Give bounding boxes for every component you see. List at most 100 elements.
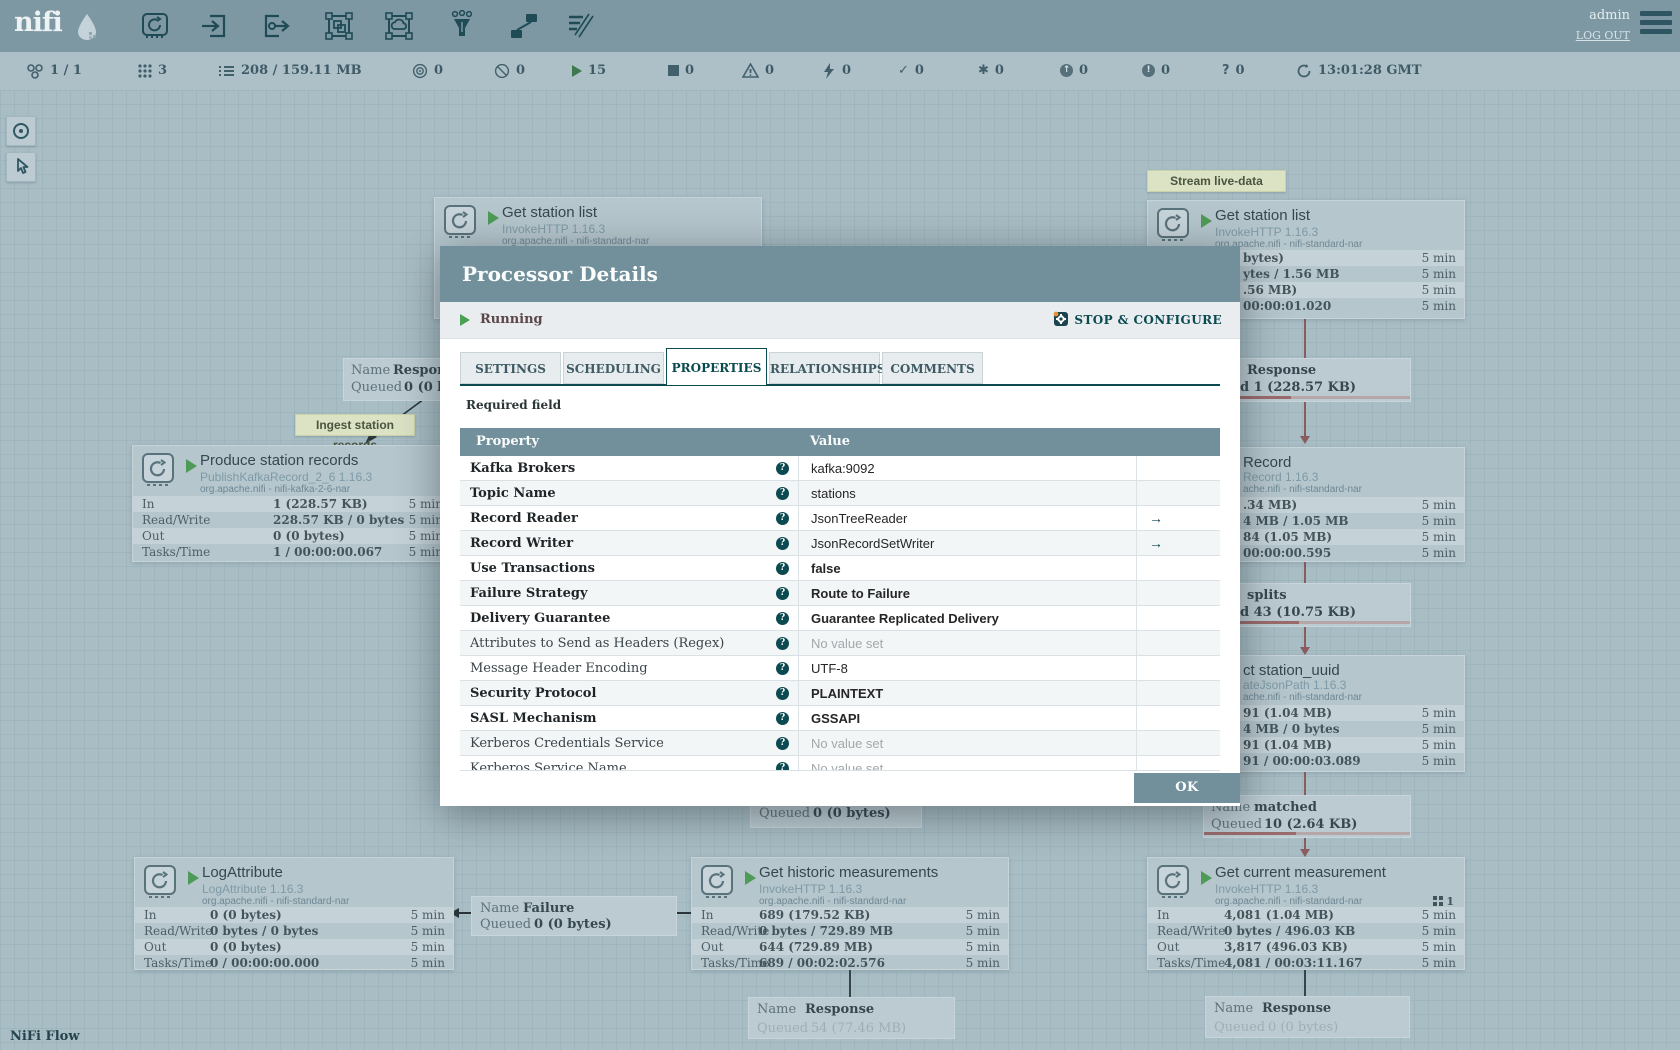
help-icon[interactable]: ?	[776, 712, 789, 725]
table-row: Kafka Brokers? kafka:9092	[460, 456, 1220, 481]
remote-process-group-icon[interactable]	[383, 10, 415, 42]
label-icon[interactable]	[565, 10, 597, 42]
connection-line	[1304, 625, 1306, 647]
running-icon	[488, 211, 499, 225]
help-icon[interactable]: ?	[776, 662, 789, 675]
help-icon[interactable]: ?	[776, 462, 789, 475]
help-icon[interactable]: ?	[776, 737, 789, 750]
running-icon	[460, 314, 470, 326]
tab-scheduling[interactable]: SCHEDULING	[563, 352, 664, 384]
app-header: nifi admin LOG OUT	[0, 0, 1680, 52]
help-icon[interactable]: ?	[776, 562, 789, 575]
table-row: Use Transactions? false	[460, 556, 1220, 581]
connection-label-failure[interactable]: Name Failure Queued 0 (0 bytes)	[471, 896, 677, 936]
table-row: Message Header Encoding? UTF-8	[460, 656, 1220, 681]
nifi-application: nifi admin LOG OUT 1 / 1 3 208 / 159.11 …	[0, 0, 1680, 1050]
processor-icon[interactable]	[139, 10, 171, 42]
current-user: admin	[1589, 8, 1630, 23]
breadcrumb[interactable]: NiFi Flow	[10, 1029, 80, 1044]
input-port-icon[interactable]	[198, 10, 230, 42]
stale-status: ↑ 0	[1060, 52, 1088, 90]
funnel-icon[interactable]	[446, 10, 478, 42]
nifi-logo: nifi	[14, 7, 63, 38]
help-icon[interactable]: ?	[776, 687, 789, 700]
target-icon	[13, 123, 29, 139]
dialog-title: Processor Details	[462, 262, 658, 286]
refresh-icon[interactable]	[1296, 63, 1312, 79]
tab-relationships[interactable]: RELATIONSHIPS	[769, 352, 885, 384]
nifi-drop-logo-icon	[78, 14, 96, 40]
template-icon[interactable]	[508, 10, 540, 42]
canvas-label-stream-live-data[interactable]: Stream live-data	[1147, 170, 1286, 192]
transmitting-icon	[412, 63, 428, 78]
stopped-icon	[668, 65, 679, 76]
tab-settings[interactable]: SETTINGS	[460, 352, 561, 384]
invalid-icon	[741, 62, 760, 78]
status-bar: 1 / 1 3 208 / 159.11 MB 0 0 15 0 0 0 ✓ 0 …	[0, 52, 1680, 142]
table-row: Security Protocol? PLAINTEXT	[460, 681, 1220, 706]
dialog-header: Processor Details	[440, 246, 1240, 302]
running-status: 15	[572, 52, 606, 90]
processor-get-current-measurement[interactable]: Get current measurement InvokeHTTP 1.16.…	[1147, 857, 1465, 970]
cluster-icon	[27, 63, 43, 79]
connection-arrowhead	[1300, 647, 1310, 655]
help-icon[interactable]: ?	[776, 487, 789, 500]
help-icon[interactable]: ?	[776, 587, 789, 600]
connection-arrowhead	[1300, 436, 1310, 444]
ok-button[interactable]: OK	[1134, 773, 1240, 803]
help-icon[interactable]: ?	[776, 762, 789, 770]
processor-type-icon	[1156, 864, 1192, 905]
process-group-icon[interactable]	[323, 10, 355, 42]
logout-link[interactable]: LOG OUT	[1576, 29, 1630, 42]
table-row: Record Writer? JsonRecordSetWriter →	[460, 531, 1220, 556]
help-icon[interactable]: ?	[776, 612, 789, 625]
pan-tool-button[interactable]	[6, 152, 36, 182]
required-field-note: Required field	[466, 398, 562, 412]
not-transmitting-icon	[494, 63, 510, 78]
refresh-status[interactable]: 13:01:28 GMT	[1296, 52, 1422, 90]
value-column-header: Value	[810, 434, 850, 449]
running-icon	[745, 871, 756, 885]
processor-type-icon	[700, 864, 736, 905]
help-icon[interactable]: ?	[776, 537, 789, 550]
stale-icon: ↑	[1060, 64, 1073, 77]
processor-details-dialog: Processor Details Running STOP & CONFIGU…	[440, 246, 1240, 806]
tab-properties[interactable]: PROPERTIES	[666, 348, 767, 386]
connection-line	[1304, 770, 1306, 795]
canvas-label-ingest-station-records[interactable]: Ingest station records	[295, 414, 415, 452]
active-threads: 3	[137, 52, 167, 90]
output-port-icon[interactable]	[261, 10, 293, 42]
disabled-status: 0	[822, 52, 851, 90]
processor-log-attribute[interactable]: LogAttribute LogAttribute 1.16.3 org.apa…	[134, 857, 454, 970]
property-column-header: Property	[476, 434, 540, 449]
help-icon[interactable]: ?	[776, 637, 789, 650]
table-row: SASL Mechanism? GSSAPI	[460, 706, 1220, 731]
locally-modified-icon: ✱	[978, 63, 989, 78]
properties-table: Property Value Kafka Brokers? kafka:9092…	[460, 428, 1220, 771]
stop-and-configure-button[interactable]: STOP & CONFIGURE	[1053, 302, 1222, 338]
go-to-service-icon[interactable]: →	[1149, 510, 1163, 526]
table-row: Kerberos Credentials Service? No value s…	[460, 731, 1220, 756]
go-to-service-icon[interactable]: →	[1149, 535, 1163, 551]
connection-label-response-bottom-right[interactable]: Name Response Queued 0 (0 bytes)	[1205, 996, 1410, 1038]
up-to-date-icon: ✓	[898, 63, 909, 78]
processor-get-historic-measurements[interactable]: Get historic measurements InvokeHTTP 1.1…	[691, 857, 1009, 970]
birdseye-toggle-button[interactable]	[6, 116, 36, 146]
running-icon	[186, 459, 197, 473]
processor-produce-station-records[interactable]: Produce station records PublishKafkaReco…	[132, 445, 452, 562]
table-row: Kerberos Service Name? No value set	[460, 756, 1220, 770]
global-menu-button[interactable]	[1640, 11, 1672, 38]
table-row: Delivery Guarantee? Guarantee Replicated…	[460, 606, 1220, 631]
table-row: Topic Name? stations	[460, 481, 1220, 506]
table-row: Attributes to Send as Headers (Regex)? N…	[460, 631, 1220, 656]
help-icon[interactable]: ?	[776, 512, 789, 525]
queued-status: 208 / 159.11 MB	[218, 52, 362, 90]
tab-comments[interactable]: COMMENTS	[882, 352, 983, 384]
connection-label-response-bottom-mid[interactable]: Name Response Queued 54 (77.46 MB)	[748, 997, 955, 1039]
connection-arrowhead	[1300, 849, 1310, 857]
invalid-status: 0	[741, 52, 774, 90]
transmitting-status: 0	[412, 52, 443, 90]
hand-pointer-icon	[17, 158, 29, 174]
processor-type-icon	[443, 204, 479, 245]
cluster-status: 1 / 1	[26, 52, 82, 90]
